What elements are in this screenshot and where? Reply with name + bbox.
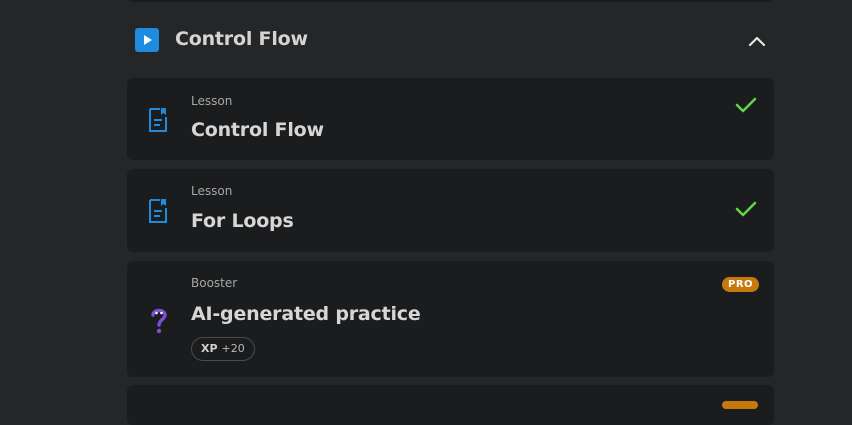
checkmark-icon (734, 199, 758, 223)
xp-pill: XP +20 (191, 337, 255, 361)
card-kind: Lesson (191, 94, 233, 108)
pro-badge-partial (722, 401, 758, 409)
previous-card (127, 0, 774, 2)
xp-label: XP (201, 342, 218, 355)
lesson-card[interactable]: Lesson Control Flow (127, 78, 774, 160)
next-card[interactable] (127, 385, 774, 425)
lesson-card[interactable]: Lesson For Loops (127, 169, 774, 252)
card-kind: Lesson (191, 184, 233, 198)
pro-badge: PRO (722, 277, 760, 292)
section-header[interactable]: Control Flow (127, 20, 774, 60)
play-icon (135, 28, 159, 52)
card-title: For Loops (191, 210, 294, 232)
card-kind: Booster (191, 276, 238, 290)
question-mark-icon (149, 306, 169, 340)
card-title: AI-generated practice (191, 303, 421, 325)
card-title: Control Flow (191, 119, 324, 141)
document-icon (147, 198, 169, 228)
xp-value: +20 (221, 342, 245, 355)
document-icon (147, 107, 169, 137)
chevron-up-icon[interactable] (746, 30, 768, 52)
section-title: Control Flow (175, 28, 308, 50)
booster-card[interactable]: Booster AI-generated practice PRO XP +20 (127, 261, 774, 377)
checkmark-icon (734, 95, 758, 119)
